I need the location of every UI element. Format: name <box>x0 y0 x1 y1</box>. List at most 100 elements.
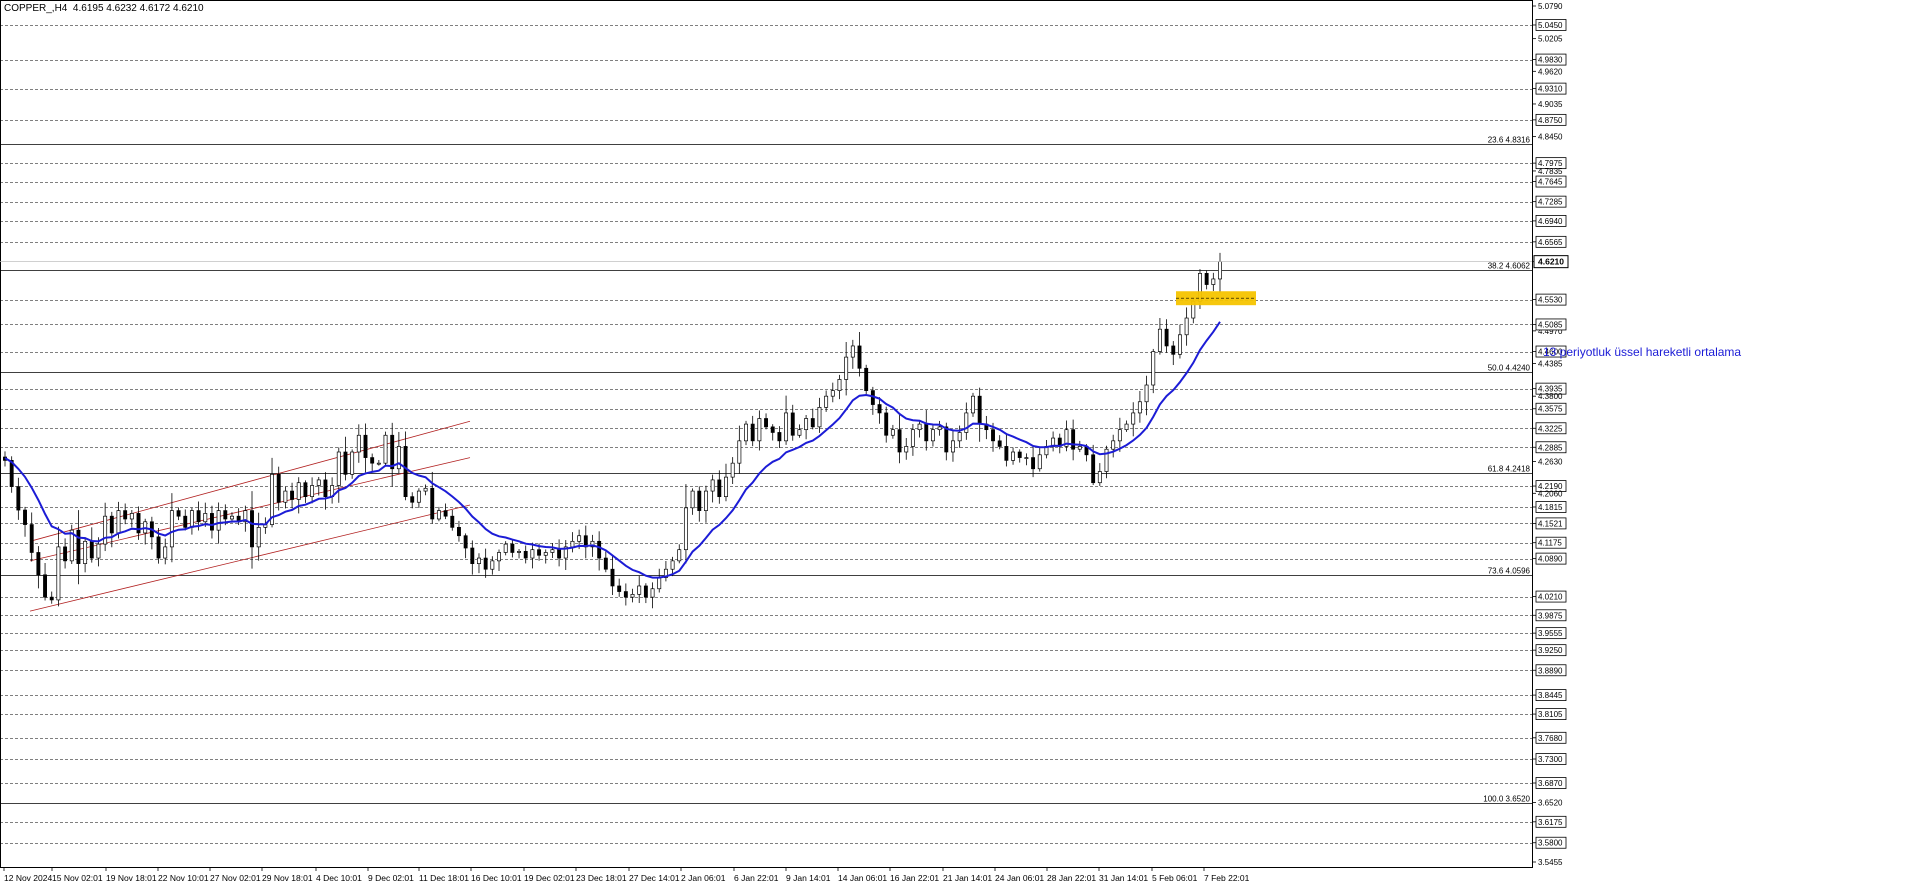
ytick-label-3: 4.9830 <box>1538 56 1563 65</box>
xtick-label-12: 27 Dec 14:01 <box>629 873 680 883</box>
candle-body-6 <box>43 574 48 598</box>
candle-body-161 <box>1077 446 1082 450</box>
candle-body-122 <box>817 406 822 428</box>
candle-body-61 <box>410 496 415 503</box>
candle-body-16 <box>109 515 114 534</box>
candle-body-176 <box>1177 334 1182 355</box>
candle-body-148 <box>991 429 995 442</box>
xtick-label-9: 16 Dec 10:01 <box>471 873 522 883</box>
candle-body-55 <box>370 457 375 464</box>
ytick-label-41: 3.7300 <box>1538 755 1563 764</box>
ema-polyline <box>4 321 1221 579</box>
candle-body-90 <box>603 557 608 570</box>
candle-body-107 <box>717 479 722 498</box>
xtick-label-13: 2 Jan 06:01 <box>681 873 726 883</box>
candle-body-65 <box>436 510 441 520</box>
candle-body-83 <box>557 549 562 559</box>
candle-body-70 <box>470 547 475 564</box>
candle-body-153 <box>1024 457 1029 459</box>
plot-frame <box>0 0 1533 868</box>
ytick-label-13: 4.6940 <box>1538 217 1563 226</box>
candle-body-46 <box>310 485 315 498</box>
candle-body-41 <box>276 473 281 503</box>
candle-body-66 <box>443 510 448 517</box>
candle-body-7 <box>49 596 54 601</box>
candle-body-125 <box>837 379 842 391</box>
candle-body-91 <box>610 568 615 587</box>
ytick-label-40: 3.7680 <box>1538 734 1563 743</box>
candle-body-23 <box>156 536 161 559</box>
candle-body-51 <box>343 451 348 475</box>
candle-body-138 <box>924 423 929 442</box>
candle-body-154 <box>1031 457 1036 470</box>
xtick-label-3: 22 Nov 10:01 <box>158 873 209 883</box>
candle-body-76 <box>510 543 515 553</box>
candle-body-95 <box>637 585 642 595</box>
xtick-label-7: 9 Dec 02:01 <box>368 873 414 883</box>
candle-body-131 <box>877 404 882 414</box>
xtick-label-5: 29 Nov 18:01 <box>262 873 313 883</box>
candle-body-47 <box>316 479 321 486</box>
candle-body-127 <box>850 345 855 358</box>
candle-body-106 <box>710 479 715 492</box>
chart-header: COPPER_,H4 4.6195 4.6232 4.6172 4.6210 <box>4 3 204 14</box>
ytick-label-36: 3.9250 <box>1538 646 1563 655</box>
ytick-label-28: 4.2060 <box>1538 489 1563 498</box>
xtick-label-8: 11 Dec 18:01 <box>419 873 469 883</box>
candle-body-96 <box>643 585 648 598</box>
candle-body-170 <box>1137 401 1142 414</box>
xtick-label-2: 19 Nov 18:01 <box>106 873 157 883</box>
ytick-label-30: 4.1521 <box>1538 519 1563 528</box>
current-price-label: 4.6210 <box>1538 257 1564 267</box>
candle-body-172 <box>1151 351 1156 386</box>
candle-body-129 <box>864 367 869 391</box>
candle-body-167 <box>1117 429 1122 442</box>
candle-body-112 <box>750 423 755 442</box>
price-chart: 23.6 4.8316 38.2 4.6062 50.0 4.4240 61.8 4.… <box>0 0 1569 883</box>
ema-13-line <box>4 321 1221 579</box>
candle-body-89 <box>597 540 602 559</box>
candle-body-17 <box>116 510 121 534</box>
ytick-label-6: 4.9035 <box>1538 100 1563 109</box>
candle-body-64 <box>430 487 435 520</box>
fib-label-2: 50.0 4.4240 <box>1488 364 1531 373</box>
candle-body-71 <box>477 557 481 564</box>
candle-body-152 <box>1017 451 1022 458</box>
candle-body-67 <box>450 515 455 528</box>
candle-body-25 <box>169 510 174 548</box>
candle-body-73 <box>490 560 495 570</box>
candle-body-12 <box>83 540 88 564</box>
candle-body-98 <box>657 577 662 590</box>
xtick-label-17: 16 Jan 22:01 <box>890 873 939 883</box>
candle-body-48 <box>323 479 328 498</box>
candle-body-32 <box>216 510 221 531</box>
candle-body-111 <box>744 423 748 442</box>
ytick-label-8: 4.8450 <box>1538 133 1563 142</box>
ytick-label-31: 4.1175 <box>1538 539 1562 548</box>
candle-body-164 <box>1097 471 1102 484</box>
candle-body-174 <box>1164 328 1169 347</box>
candle-body-93 <box>623 591 628 598</box>
time-axis-labels: 12 Nov 2024 15 Nov 02:01 19 Nov 18:01 22 No… <box>3 867 1250 883</box>
candle-body-29 <box>196 510 201 523</box>
fibonacci-levels: 23.6 4.8316 38.2 4.6062 50.0 4.4240 61.8 4.… <box>0 136 1532 804</box>
xtick-label-6: 4 Dec 10:01 <box>316 873 362 883</box>
ohlc-values: 4.6195 4.6232 4.6172 4.6210 <box>72 3 204 14</box>
ytick-label-16: 4.5530 <box>1538 296 1563 305</box>
ytick-label-34: 3.9875 <box>1538 611 1563 620</box>
candle-body-74 <box>497 552 501 562</box>
candle-body-103 <box>690 490 695 509</box>
candle-body-135 <box>904 446 909 453</box>
ytick-label-37: 3.8890 <box>1538 666 1563 675</box>
candle-body-31 <box>210 513 214 531</box>
fib-label-0: 23.6 4.8316 <box>1488 136 1531 145</box>
candle-body-57 <box>383 434 388 464</box>
candle-body-13 <box>89 540 94 559</box>
candle-body-92 <box>617 585 622 592</box>
candle-body-113 <box>757 418 762 442</box>
candle-body-173 <box>1157 328 1162 352</box>
candle-body-26 <box>176 510 181 517</box>
candle-body-33 <box>223 510 228 520</box>
xtick-label-10: 19 Dec 02:01 <box>524 873 575 883</box>
candle-body-82 <box>550 549 555 553</box>
